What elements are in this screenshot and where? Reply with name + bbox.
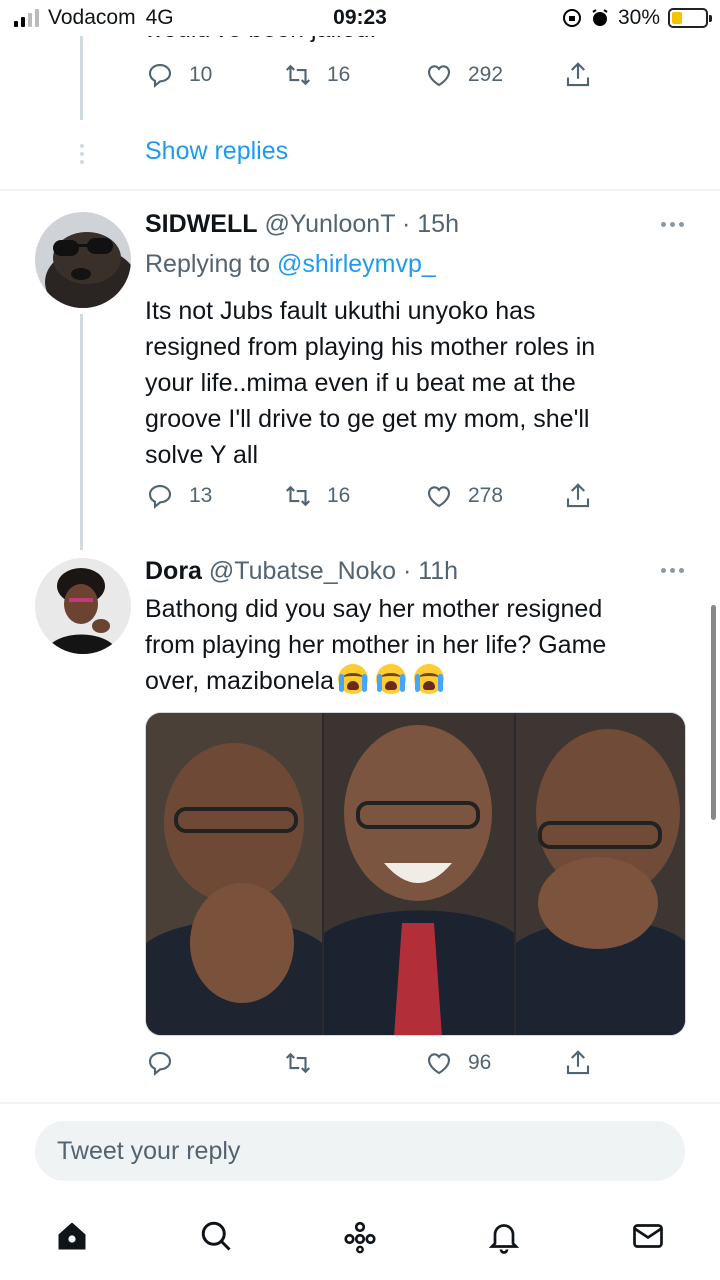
tweet-header: SIDWELL @YunloonT · 15h: [145, 210, 459, 239]
tweet-actions: 13 16 278: [145, 481, 605, 521]
share-button[interactable]: [563, 60, 593, 90]
tweet-actions: 10 16 292: [145, 60, 605, 100]
tweet-image[interactable]: [145, 712, 686, 1036]
crying-emoji-icon: [338, 664, 369, 694]
retweet-icon: [285, 64, 311, 86]
heart-icon: [427, 65, 451, 87]
reply-icon: [148, 484, 172, 509]
show-replies-link[interactable]: Show replies: [145, 137, 288, 166]
like-button[interactable]: 96: [424, 1048, 491, 1078]
retweet-button[interactable]: [283, 1048, 313, 1078]
share-icon: [566, 483, 590, 508]
retweet-button[interactable]: 16: [283, 60, 350, 90]
reply-box: [35, 1121, 685, 1181]
retweet-count: 16: [327, 63, 351, 86]
orientation-lock-icon: [562, 9, 581, 27]
share-button[interactable]: [563, 481, 593, 511]
retweet-icon: [285, 485, 311, 507]
timestamp: · 11h: [402, 557, 459, 585]
nav-messages[interactable]: [628, 1216, 668, 1256]
spaces-icon: [344, 1221, 376, 1254]
nav-spaces[interactable]: [340, 1216, 380, 1256]
username[interactable]: @YunloonT: [264, 210, 395, 238]
mail-icon: [633, 1224, 663, 1248]
nav-search[interactable]: [196, 1216, 236, 1256]
reply-icon: [148, 1051, 172, 1076]
divider: [0, 1102, 720, 1104]
heart-icon: [427, 486, 451, 508]
reply-button[interactable]: 13: [145, 481, 212, 511]
retweet-icon: [285, 1052, 311, 1074]
reply-count: 10: [189, 63, 213, 86]
search-icon: [201, 1221, 231, 1251]
thread-line: [80, 36, 83, 120]
reply-input[interactable]: [35, 1121, 685, 1181]
more-icon[interactable]: [661, 222, 684, 227]
retweet-count: 16: [327, 484, 351, 507]
scrollbar[interactable]: [711, 605, 716, 820]
bottom-nav: [0, 1200, 720, 1280]
nav-home[interactable]: [52, 1216, 92, 1256]
like-button[interactable]: 292: [424, 60, 503, 90]
replying-to: Replying to @shirleymvp_: [145, 250, 436, 278]
mention-link[interactable]: @shirleymvp_: [277, 250, 436, 278]
username[interactable]: @Tubatse_Noko: [209, 557, 396, 585]
share-icon: [566, 62, 590, 87]
status-indicators: 30%: [562, 6, 712, 30]
tweet-header: Dora @Tubatse_Noko · 11h: [145, 557, 458, 586]
tweet-text: Its not Jubs fault ukuthi unyoko has res…: [145, 297, 596, 469]
reply-button[interactable]: 10: [145, 60, 212, 90]
timestamp: · 15h: [401, 210, 459, 238]
reply-button[interactable]: [145, 1048, 175, 1078]
tweet-text: Bathong did you say her mother resigned …: [145, 595, 607, 695]
heart-icon: [427, 1053, 451, 1075]
like-button[interactable]: 278: [424, 481, 503, 511]
home-icon: [58, 1222, 86, 1250]
reply-count: 13: [189, 484, 213, 507]
more-icon[interactable]: [661, 568, 684, 573]
display-name[interactable]: SIDWELL: [145, 210, 258, 238]
reply-icon: [148, 63, 172, 88]
divider: [0, 189, 720, 191]
status-bar: Vodacom 4G 09:23 30%: [0, 0, 720, 36]
retweet-button[interactable]: 16: [283, 481, 350, 511]
alarm-icon: [592, 9, 608, 26]
share-icon: [566, 1050, 590, 1075]
avatar[interactable]: [35, 558, 131, 654]
like-count: 278: [468, 484, 504, 507]
crying-emoji-icon: [376, 664, 407, 694]
battery-percent: 30%: [617, 6, 660, 29]
crying-emoji-icon: [414, 664, 445, 694]
like-count: 292: [468, 63, 504, 86]
share-button[interactable]: [563, 1048, 593, 1078]
tweet-actions: 96: [145, 1048, 605, 1088]
nav-notifications[interactable]: [484, 1216, 524, 1256]
avatar[interactable]: [35, 212, 131, 308]
display-name[interactable]: Dora: [145, 557, 202, 585]
thread-line: [80, 314, 83, 550]
battery-icon: [668, 8, 712, 28]
like-count: 96: [468, 1051, 492, 1074]
bell-icon: [488, 1224, 520, 1254]
thread-continuation-dots: [80, 144, 84, 168]
